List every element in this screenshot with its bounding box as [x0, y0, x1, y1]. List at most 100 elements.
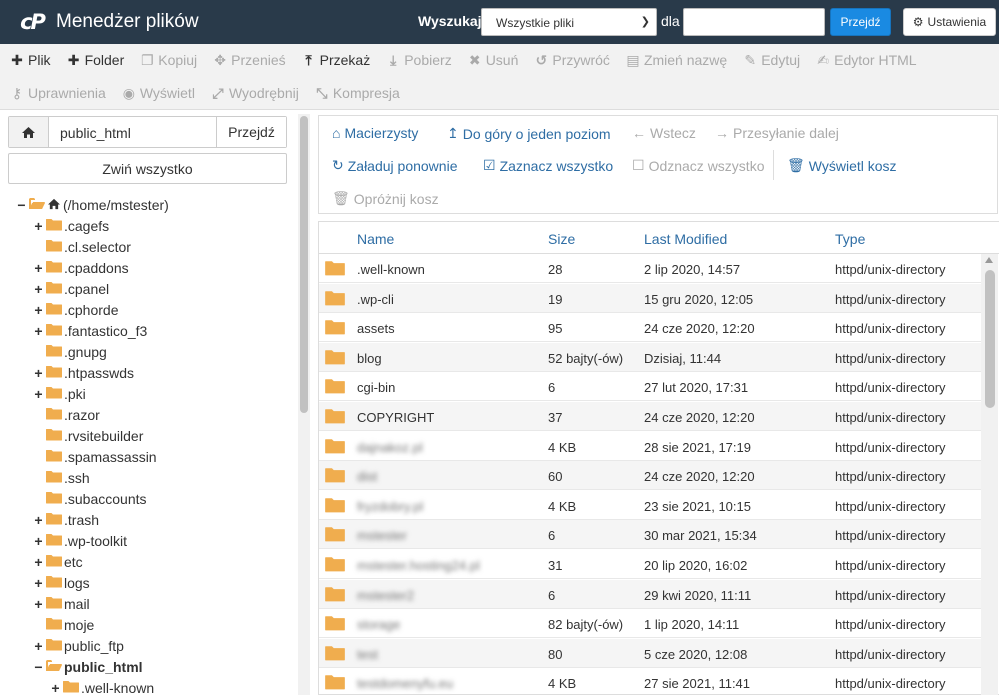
tree-node[interactable]: .spamassassin	[33, 446, 157, 467]
collapse-icon[interactable]: −	[16, 197, 27, 213]
file-row[interactable]: COPYRIGHT 37 24 cze 2020, 12:20 httpd/unix-…	[319, 402, 982, 431]
settings-button[interactable]: ⚙ Ustawienia	[903, 8, 996, 36]
expand-icon[interactable]: +	[33, 323, 44, 339]
tree-node[interactable]: moje	[33, 614, 94, 635]
file-row[interactable]: fryzdobry.pl 4 KB 23 sie 2021, 10:15 httpd/…	[319, 491, 982, 520]
file-size-cell: 60	[548, 469, 563, 485]
toolbar-kompresja-button[interactable]: ⤡ Kompresja	[305, 85, 406, 102]
file-row[interactable]: testdomenyfu.eu 4 KB 27 sie 2021, 11:41 htt…	[319, 668, 982, 694]
tree-node[interactable]: + .wp-toolkit	[33, 530, 127, 551]
tree-node[interactable]: + .cpaddons	[33, 257, 128, 278]
tree-node-label: .well-known	[81, 679, 155, 695]
tree-node[interactable]: + .trash	[33, 509, 99, 530]
file-list-scrollbar-thumb[interactable]	[985, 270, 995, 408]
unselect-all-button[interactable]: ☐ Odznacz wszystko	[632, 157, 765, 174]
file-row[interactable]: .wp-cli 19 15 gru 2020, 12:05 httpd/unix-di…	[319, 283, 982, 313]
tree-node[interactable]: + mail	[33, 593, 89, 614]
up-one-level-button[interactable]: ↥ Do góry o jeden poziom	[447, 125, 611, 142]
file-type-cell: httpd/unix-directory	[835, 380, 946, 396]
toolbar-usuń-button[interactable]: ✖ Usuń	[458, 52, 525, 69]
tree-node[interactable]: + public_ftp	[33, 635, 124, 656]
toolbar-przekaż-button[interactable]: ⤒ Przekaż	[292, 52, 377, 69]
tree-scrollbar[interactable]	[298, 114, 310, 695]
collapse-all-button[interactable]: Zwiń wszystko	[8, 153, 287, 184]
tree-node[interactable]: .ssh	[33, 467, 90, 488]
tree-node[interactable]: + logs	[33, 572, 89, 593]
expand-icon[interactable]: +	[33, 386, 44, 402]
scroll-up-arrow-icon[interactable]	[985, 257, 993, 263]
column-header-type[interactable]: Type	[835, 231, 865, 247]
toolbar-button-label: Folder	[84, 52, 125, 68]
column-header-size[interactable]: Size	[548, 231, 575, 247]
tree-node[interactable]: + .cphorde	[33, 299, 118, 320]
toolbar-edytuj-button[interactable]: ✎ Edytuj	[733, 52, 806, 69]
toolbar-wyświetl-button[interactable]: ◉ Wyświetl	[112, 85, 201, 102]
tree-node[interactable]: − (/home/mstester)	[16, 194, 168, 215]
file-row[interactable]: blog 52 bajty(-ów) Dzisiaj, 11:44 httpd/uni…	[319, 342, 982, 372]
tree-node[interactable]: − public_html	[33, 656, 142, 677]
path-go-button[interactable]: Przejdź	[216, 117, 286, 147]
file-row[interactable]: .well-known 28 2 lip 2020, 14:57 httpd/unix…	[319, 254, 982, 283]
expand-icon[interactable]: +	[33, 281, 44, 297]
toolbar-przywróć-button[interactable]: ↺ Przywróć	[524, 52, 616, 69]
collapse-icon[interactable]: −	[33, 659, 44, 675]
toolbar-plik-button[interactable]: ✚ Plik	[0, 52, 57, 69]
tree-node[interactable]: + .cagefs	[33, 215, 109, 236]
tree-node[interactable]: .gnupg	[33, 341, 107, 362]
file-row[interactable]: test 80 5 cze 2020, 12:08 httpd/unix-direct…	[319, 638, 982, 668]
file-row[interactable]: storage 82 bajty(-ów) 1 lip 2020, 14:11 htt…	[319, 609, 982, 639]
toolbar-zmień-nazwę-button[interactable]: ▤ Zmień nazwę	[616, 52, 733, 69]
file-row[interactable]: mstester 6 30 mar 2021, 15:34 httpd/unix-di…	[319, 520, 982, 550]
expand-icon[interactable]: +	[33, 260, 44, 276]
tree-node[interactable]: + etc	[33, 551, 82, 572]
toolbar-przenieś-button[interactable]: ✥ Przenieś	[203, 52, 291, 69]
file-row[interactable]: mstester.hosting24.pl 31 20 lip 2020, 16:0…	[319, 550, 982, 579]
home-directory-button[interactable]	[9, 117, 49, 147]
toolbar-wyodrębnij-button[interactable]: ⤢ Wyodrębnij	[201, 85, 305, 102]
tree-node[interactable]: .razor	[33, 404, 100, 425]
column-header-name[interactable]: Name	[357, 231, 394, 247]
forward-button[interactable]: → Przesyłanie dalej	[715, 125, 839, 141]
view-trash-button[interactable]: 🗑 Wyświetl kosz	[787, 157, 897, 174]
column-header-modified[interactable]: Last Modified	[644, 231, 727, 247]
file-row[interactable]: dajnakoz.pl 4 KB 28 sie 2021, 17:19 httpd/u…	[319, 432, 982, 461]
tree-node[interactable]: + .htpasswds	[33, 362, 134, 383]
tree-node[interactable]: + .cpanel	[33, 278, 109, 299]
empty-trash-button[interactable]: 🗑 Opróżnij kosz	[332, 190, 439, 207]
toolbar-folder-button[interactable]: ✚ Folder	[57, 52, 131, 69]
toolbar-kopiuj-button[interactable]: ❐ Kopiuj	[130, 52, 203, 69]
tree-node[interactable]: .cl.selector	[33, 236, 131, 257]
file-row[interactable]: mstester2 6 29 kwi 2020, 11:11 httpd/unix-d…	[319, 579, 982, 609]
tree-node[interactable]: + .fantastico_f3	[33, 320, 147, 341]
expand-icon[interactable]: +	[33, 512, 44, 528]
expand-icon[interactable]: +	[33, 533, 44, 549]
search-go-button[interactable]: Przejdź	[830, 8, 891, 36]
expand-icon[interactable]: +	[33, 365, 44, 381]
back-button[interactable]: ← Wstecz	[632, 125, 696, 141]
tree-node[interactable]: .rvsitebuilder	[33, 425, 143, 446]
path-input[interactable]: public_html	[49, 117, 216, 147]
file-row[interactable]: dist 60 24 cze 2020, 12:20 httpd/unix-direc…	[319, 461, 982, 491]
tree-scrollbar-thumb[interactable]	[300, 116, 308, 413]
tree-node[interactable]: .subaccounts	[33, 488, 147, 509]
expand-icon[interactable]: +	[33, 575, 44, 591]
expand-icon[interactable]: +	[50, 680, 61, 695]
expand-icon[interactable]: +	[33, 554, 44, 570]
expand-icon[interactable]: +	[33, 638, 44, 654]
search-input[interactable]	[683, 8, 825, 36]
toolbar-uprawnienia-button[interactable]: ⚷ Uprawnienia	[0, 85, 112, 102]
reload-button[interactable]: ↻ Załaduj ponownie	[332, 157, 457, 174]
file-row[interactable]: cgi-bin 6 27 lut 2020, 17:31 httpd/unix-dir…	[319, 372, 982, 402]
file-list-scrollbar[interactable]	[981, 254, 998, 695]
file-row[interactable]: assets 95 24 cze 2020, 12:20 httpd/unix-dir…	[319, 313, 982, 343]
toolbar-pobierz-button[interactable]: ⤓ Pobierz	[376, 52, 457, 69]
home-nav-button[interactable]: ⌂ Macierzysty	[332, 125, 418, 141]
select-all-button[interactable]: ☑ Zaznacz wszystko	[483, 157, 613, 174]
expand-icon[interactable]: +	[33, 302, 44, 318]
tree-node[interactable]: + .well-known	[50, 677, 154, 695]
search-scope-select[interactable]: Wszystkie pliki ❯	[481, 8, 657, 36]
expand-icon[interactable]: +	[33, 218, 44, 234]
tree-node[interactable]: + .pki	[33, 383, 85, 404]
toolbar-edytor-html-button[interactable]: ✍ Edytor HTML	[806, 52, 922, 69]
expand-icon[interactable]: +	[33, 596, 44, 612]
